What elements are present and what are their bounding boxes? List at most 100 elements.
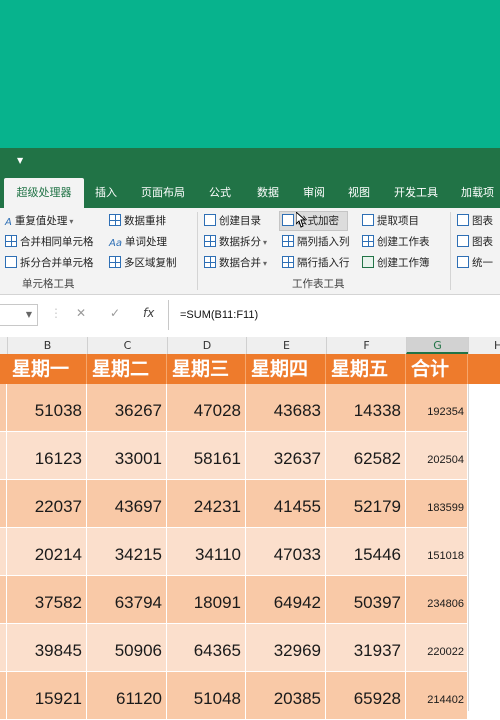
value-cell[interactable]: 65928 (326, 672, 406, 719)
value-cell[interactable]: 33001 (87, 432, 167, 479)
quick-access-dropdown-icon[interactable]: ▼ (17, 156, 23, 165)
value-cell[interactable]: 15921 (7, 672, 87, 719)
table-cell-a[interactable] (0, 624, 7, 671)
word-processing-button[interactable]: Aa 单词处理 (109, 233, 167, 251)
value-cell[interactable]: 41455 (246, 480, 326, 527)
column-header-e[interactable]: E (246, 337, 326, 354)
value-cell[interactable]: 36267 (87, 384, 167, 431)
value-cell[interactable]: 16123 (7, 432, 87, 479)
column-header-f[interactable]: F (326, 337, 406, 354)
name-box[interactable]: ▼ (0, 304, 38, 326)
formula-input[interactable]: =SUM(B11:F11) (168, 300, 500, 330)
value-cell[interactable]: 51038 (7, 384, 87, 431)
value-cell[interactable]: 47033 (246, 528, 326, 575)
total-cell[interactable]: 214402 (406, 672, 468, 719)
table-cell-a[interactable] (0, 672, 7, 719)
chart-button-1[interactable]: 图表 (457, 212, 493, 230)
merge-same-cells-button[interactable]: 合并相同单元格 (5, 233, 94, 251)
value-cell[interactable]: 37582 (7, 576, 87, 623)
table-cell-a[interactable] (0, 480, 7, 527)
value-cell[interactable]: 20385 (246, 672, 326, 719)
header-thursday[interactable]: 星期四 (246, 354, 326, 384)
value-cell[interactable]: 20214 (7, 528, 87, 575)
data-rearrange-button[interactable]: 数据重排 (109, 212, 166, 230)
value-cell[interactable]: 39845 (7, 624, 87, 671)
total-cell[interactable]: 234806 (406, 576, 468, 623)
header-total[interactable]: 合计 (406, 354, 468, 384)
column-header-h[interactable]: H (468, 337, 500, 354)
total-cell[interactable]: 192354 (406, 384, 468, 431)
value-cell[interactable]: 64365 (167, 624, 246, 671)
multi-area-copy-button[interactable]: 多区域复制 (109, 254, 177, 272)
value-cell[interactable]: 34110 (167, 528, 246, 575)
tab-review[interactable]: 审阅 (303, 178, 325, 208)
cell-tools-label: 单元格工具 (22, 278, 75, 290)
value-cell[interactable]: 31937 (326, 624, 406, 671)
chart-button-2[interactable]: 图表 (457, 233, 493, 251)
formula-encrypt-button[interactable]: 公式加密 (282, 212, 339, 230)
value-cell[interactable]: 64942 (246, 576, 326, 623)
tab-page-layout[interactable]: 页面布局 (141, 178, 185, 208)
value-cell[interactable]: 63794 (87, 576, 167, 623)
table-cell-a[interactable] (0, 576, 7, 623)
value-cell[interactable]: 61120 (87, 672, 167, 719)
column-header-a[interactable] (0, 337, 7, 354)
insert-function-icon[interactable]: fx (143, 306, 154, 320)
total-cell[interactable]: 202504 (406, 432, 468, 479)
create-workbook-button[interactable]: 创建工作簿 (362, 254, 430, 272)
cancel-icon[interactable]: ✕ (76, 306, 86, 320)
total-cell[interactable]: 183599 (406, 480, 468, 527)
data-split-label: 数据拆分 (219, 236, 261, 248)
formula-bar: ▼ ⋮ ✕ ✓ fx =SUM(B11:F11) (0, 300, 500, 330)
value-cell[interactable]: 18091 (167, 576, 246, 623)
tab-addins[interactable]: 加载项 (461, 178, 494, 208)
value-cell[interactable]: 50397 (326, 576, 406, 623)
extract-items-button[interactable]: 提取项目 (362, 212, 419, 230)
column-header-d[interactable]: D (167, 337, 246, 354)
total-cell[interactable]: 220022 (406, 624, 468, 671)
tab-view[interactable]: 视图 (348, 178, 370, 208)
column-header-c[interactable]: C (87, 337, 167, 354)
column-header-b[interactable]: B (7, 337, 87, 354)
split-merged-cells-button[interactable]: 拆分合并单元格 (5, 254, 94, 272)
value-cell[interactable]: 51048 (167, 672, 246, 719)
value-cell[interactable]: 15446 (326, 528, 406, 575)
tab-super-processor[interactable]: 超级处理器 (4, 178, 84, 208)
column-header-g[interactable]: G (406, 337, 468, 354)
insert-alt-rows-button[interactable]: 隔行插入行 (282, 254, 350, 272)
chevron-down-icon[interactable]: ▼ (26, 310, 32, 319)
value-cell[interactable]: 47028 (167, 384, 246, 431)
value-cell[interactable]: 62582 (326, 432, 406, 479)
value-cell[interactable]: 32969 (246, 624, 326, 671)
tab-formulas[interactable]: 公式 (209, 178, 231, 208)
value-cell[interactable]: 34215 (87, 528, 167, 575)
value-cell[interactable]: 22037 (7, 480, 87, 527)
unify-button[interactable]: 统一 (457, 254, 493, 272)
data-merge-button[interactable]: 数据合并 ▾ (204, 254, 267, 272)
tab-insert[interactable]: 插入 (95, 178, 117, 208)
create-directory-button[interactable]: 创建目录 (204, 212, 261, 230)
table-cell-a[interactable] (0, 432, 7, 479)
header-tuesday[interactable]: 星期二 (87, 354, 167, 384)
table-cell-a[interactable] (0, 528, 7, 575)
header-wednesday[interactable]: 星期三 (167, 354, 246, 384)
value-cell[interactable]: 32637 (246, 432, 326, 479)
insert-alt-columns-button[interactable]: 隔列插入列 (282, 233, 350, 251)
value-cell[interactable]: 43683 (246, 384, 326, 431)
duplicate-values-button[interactable]: A 重复值处理 ▾ (5, 212, 73, 230)
value-cell[interactable]: 58161 (167, 432, 246, 479)
tab-developer[interactable]: 开发工具 (394, 178, 438, 208)
tab-data[interactable]: 数据 (257, 178, 279, 208)
create-worksheet-button[interactable]: 创建工作表 (362, 233, 430, 251)
value-cell[interactable]: 52179 (326, 480, 406, 527)
data-split-button[interactable]: 数据拆分 ▾ (204, 233, 267, 251)
value-cell[interactable]: 14338 (326, 384, 406, 431)
table-cell-a[interactable] (0, 384, 7, 431)
value-cell[interactable]: 24231 (167, 480, 246, 527)
total-cell[interactable]: 151018 (406, 528, 468, 575)
header-monday[interactable]: 星期一 (7, 354, 87, 384)
value-cell[interactable]: 50906 (87, 624, 167, 671)
enter-icon[interactable]: ✓ (110, 306, 120, 320)
value-cell[interactable]: 43697 (87, 480, 167, 527)
header-friday[interactable]: 星期五 (326, 354, 406, 384)
